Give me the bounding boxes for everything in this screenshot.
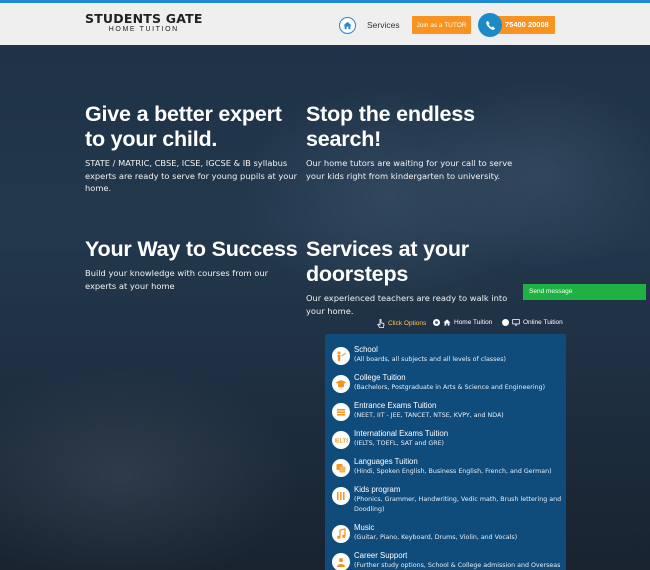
join-tutor-button[interactable]: Join as a TUTOR (412, 16, 471, 34)
hero-title-search: Stop the endless search! (306, 102, 475, 151)
service-desc: (All boards, all subjects and all levels… (354, 356, 506, 363)
hero-text-expert: STATE / MATRIC, CBSE, ICSE, IGCSE & IB s… (85, 158, 298, 193)
service-desc: (IELTS, TOEFL, SAT and GRE) (354, 440, 445, 447)
services-panel: School (All boards, all subjects and all… (325, 334, 566, 570)
send-message-button[interactable]: Send message (523, 284, 646, 300)
service-item-music[interactable]: Music (Guitar, Piano, Keyboard, Drums, V… (332, 523, 562, 551)
college-icon (332, 375, 350, 393)
hero-block-services: Services at your doorsteps Our experienc… (306, 237, 516, 317)
click-options-text: Click Options (388, 320, 427, 327)
nav-services-link[interactable]: Services (367, 20, 400, 30)
hero-text-services: Our experienced teachers are ready to wa… (306, 293, 508, 316)
service-desc: (NEET, IIT - JEE, TANCET, NTSE, KVPY, an… (354, 412, 504, 419)
career-icon (332, 553, 350, 570)
logo-subtitle: HOME TUITION (108, 26, 179, 33)
phone-icon (478, 13, 502, 37)
hero-block-success: Your Way to Success Build your knowledge… (85, 237, 300, 292)
service-item-college[interactable]: College Tuition (Bachelors, Postgraduate… (332, 373, 562, 401)
hero-title-expert: Give a better expert to your child. (85, 102, 282, 151)
service-item-career[interactable]: Career Support (Further study options, S… (332, 551, 562, 570)
service-desc: (Phonics, Grammer, Handwriting, Vedic ma… (354, 496, 562, 513)
service-title: Music (354, 523, 375, 532)
service-item-international[interactable]: IELTS International Exams Tuition (IELTS… (332, 429, 562, 457)
service-desc: (Further study options, School & College… (354, 562, 561, 569)
service-desc: (Guitar, Piano, Keyboard, Drums, Violin,… (354, 534, 518, 541)
service-title: School (354, 345, 378, 354)
home-tuition-label: Home Tuition (454, 319, 493, 326)
hero-block-search: Stop the endless search! Our home tutors… (306, 102, 521, 182)
online-tuition-label: Online Tuition (523, 319, 563, 326)
service-title: Languages Tuition (354, 457, 418, 466)
option-home-tuition[interactable]: Home Tuition (433, 319, 492, 326)
languages-icon (332, 459, 350, 477)
online-tuition-radio[interactable] (502, 319, 509, 326)
svg-text:IELTS: IELTS (335, 439, 349, 445)
hero-title-services: Services at your doorsteps (306, 237, 469, 286)
service-title: Entrance Exams Tuition (354, 401, 437, 410)
service-title: Kids program (354, 485, 401, 494)
exam-icon (332, 403, 350, 421)
kids-icon (332, 487, 350, 505)
pointer-hand-icon (377, 319, 385, 328)
hero-text-success: Build your knowledge with courses from o… (85, 268, 268, 291)
service-item-entrance[interactable]: Entrance Exams Tuition (NEET, IIT - JEE,… (332, 401, 562, 429)
site-header: STUDENTS GATE HOME TUITION Services Join… (0, 3, 650, 45)
service-item-kids[interactable]: Kids program (Phonics, Grammer, Handwrit… (332, 485, 562, 513)
service-title: International Exams Tuition (354, 429, 449, 438)
ielts-icon: IELTS (332, 431, 350, 449)
service-item-languages[interactable]: Languages Tuition (Hindi, Spoken English… (332, 457, 562, 485)
home-tuition-radio[interactable] (433, 319, 440, 326)
hero-block-expert: Give a better expert to your child. STAT… (85, 102, 300, 195)
service-title: Career Support (354, 551, 408, 560)
music-icon (332, 525, 350, 543)
service-desc: (Bachelors, Postgraduate in Arts & Scien… (354, 384, 546, 391)
tuition-options: Click Options Home Tuition Online Tuitio… (377, 318, 577, 330)
logo-title: STUDENTS GATE (85, 11, 203, 26)
hero-title-success: Your Way to Success (85, 237, 298, 261)
home-button[interactable] (339, 17, 356, 34)
hero-text-search: Our home tutors are waiting for your cal… (306, 158, 513, 181)
service-item-school[interactable]: School (All boards, all subjects and all… (332, 345, 562, 373)
option-online-tuition[interactable]: Online Tuition (502, 319, 563, 326)
school-icon (332, 347, 350, 365)
monitor-icon (512, 319, 520, 326)
click-options-label: Click Options (377, 319, 426, 328)
home-icon (343, 21, 352, 30)
phone-button[interactable]: 75400 20008 (478, 13, 555, 37)
service-title: College Tuition (354, 373, 406, 382)
site-logo[interactable]: STUDENTS GATE HOME TUITION (85, 12, 203, 34)
service-desc: (Hindi, Spoken English, Business English… (354, 468, 552, 475)
house-icon (443, 319, 451, 326)
